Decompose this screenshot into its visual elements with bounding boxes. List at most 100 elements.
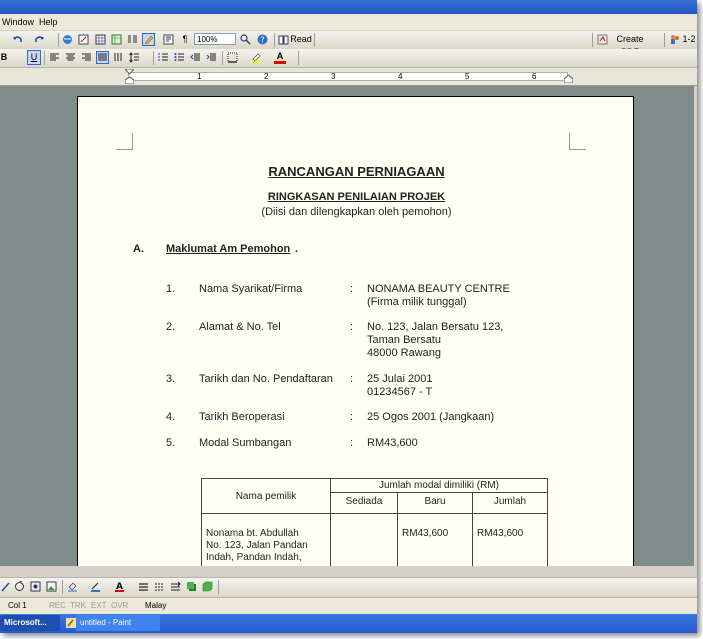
right-indent-marker-icon[interactable] (564, 75, 573, 83)
item-value-line: No. 123, Jalan Bersatu 123, (367, 321, 504, 333)
increase-indent-icon[interactable] (206, 52, 217, 63)
underline-button[interactable]: U (27, 50, 41, 65)
status-language: Malay (145, 601, 167, 610)
font-color-button[interactable]: A (274, 51, 286, 64)
sediada-header-cell: Sediada (330, 492, 398, 514)
item-number: 3. (166, 373, 176, 385)
item-value-line: 25 Julai 2001 (367, 373, 433, 385)
item-number: 1. (166, 283, 176, 295)
numbering-icon[interactable] (158, 52, 169, 63)
border-icon[interactable] (227, 52, 238, 63)
vertical-scrollbar[interactable] (694, 86, 697, 566)
document-title: RANCANGAN PERNIAGAAN (268, 164, 445, 179)
word-window: Window Help ¶ 100% ? Read Create PDF 1-2… (0, 0, 697, 633)
owner-header-cell: Nama pemilik (201, 478, 331, 514)
toolbar-separator (298, 51, 299, 65)
3d-icon[interactable] (202, 581, 213, 592)
insert-excel-icon[interactable] (111, 34, 122, 45)
item-separator: : (350, 321, 354, 333)
undo-icon[interactable] (12, 34, 23, 45)
indent-marker-icon[interactable] (125, 69, 134, 84)
highlight-icon[interactable] (251, 52, 262, 63)
item-value-line: 25 Ogos 2001 (Jangkaan) (367, 411, 495, 423)
research-icon[interactable] (240, 34, 251, 45)
item-separator: : (350, 283, 354, 295)
item-label: Alamat & No. Tel (199, 321, 281, 333)
line-style-icon[interactable] (138, 581, 149, 592)
people-icon[interactable] (669, 34, 680, 45)
status-bar: Col 1 REC TRK EXT OVR Malay (0, 597, 697, 614)
capital-table: Nama pemilik Jumlah modal dimiliki (RM) … (201, 478, 548, 566)
svg-text:?: ? (260, 36, 264, 45)
status-column: Col 1 (8, 601, 27, 610)
diagram-icon[interactable] (30, 581, 41, 592)
decrease-indent-icon[interactable] (190, 52, 201, 63)
document-workspace: RANCANGAN PERNIAGAAN RINGKASAN PENILAIAN… (0, 86, 697, 566)
item-value-line: 48000 Rawang (367, 347, 442, 359)
margin-corner-mark (569, 133, 586, 150)
item-separator: : (350, 437, 354, 449)
section-heading-trailing: . (295, 243, 299, 255)
item-number: 5. (166, 437, 176, 449)
owner-line: No. 123, Jalan Pandan (206, 540, 308, 551)
pdf-icon[interactable] (597, 34, 608, 45)
shadow-icon[interactable] (186, 581, 197, 592)
standard-toolbar: ¶ 100% ? Read Create PDF 1-2 (0, 31, 697, 57)
status-ovr[interactable]: OVR (111, 601, 128, 610)
dash-style-icon[interactable] (154, 581, 165, 592)
menu-window[interactable]: Window (2, 17, 34, 27)
distributed-icon[interactable] (113, 52, 124, 63)
insert-table-icon[interactable] (95, 34, 106, 45)
toolbar-separator (58, 33, 59, 47)
picture-icon[interactable] (46, 581, 57, 592)
ruler-number: 6 (532, 72, 537, 81)
rotate-icon[interactable] (14, 581, 25, 592)
align-left-icon[interactable] (49, 52, 60, 63)
item-value-line: NONAMA BEAUTY CENTRE (367, 283, 510, 295)
baru-cell: RM43,600 (397, 513, 473, 566)
document-note: (Diisi dan dilengkapkan oleh pemohon) (261, 206, 452, 218)
menu-bar: Window Help (0, 14, 697, 30)
drawing-icon[interactable] (142, 33, 155, 46)
toolbar-separator (222, 51, 223, 65)
fill-color-icon[interactable] (67, 581, 78, 592)
status-rec[interactable]: REC (49, 601, 66, 610)
status-ext[interactable]: EXT (91, 601, 107, 610)
columns-icon[interactable] (127, 34, 138, 45)
redo-icon[interactable] (34, 34, 45, 45)
taskbar-item-paint[interactable]: untitled - Paint (76, 615, 160, 631)
item-label: Modal Sumbangan (199, 437, 292, 449)
document-page[interactable]: RANCANGAN PERNIAGAAN RINGKASAN PENILAIAN… (77, 96, 634, 566)
line-spacing-icon[interactable] (129, 52, 140, 63)
drawing-font-color-icon[interactable]: A (114, 581, 125, 592)
show-hide-paragraph-button[interactable]: ¶ (180, 33, 190, 46)
hyperlink-icon[interactable] (62, 34, 73, 45)
toolbar-separator (44, 51, 45, 65)
help-icon[interactable]: ? (257, 34, 268, 45)
justify-icon[interactable] (96, 51, 109, 64)
align-center-icon[interactable] (65, 52, 76, 63)
taskbar-item-word[interactable]: Microsoft... (0, 615, 60, 631)
toolbar-separator (274, 33, 275, 47)
read-icon[interactable] (278, 34, 289, 45)
owner-line: Nonama bt. Abdullah (206, 528, 299, 539)
line-color-icon[interactable] (90, 581, 101, 592)
arrow-style-icon[interactable] (170, 581, 181, 592)
zoom-select[interactable]: 100% (194, 33, 236, 45)
tables-borders-icon[interactable] (78, 34, 89, 45)
menu-help[interactable]: Help (39, 17, 58, 27)
arrow-icon[interactable] (0, 581, 11, 592)
horizontal-ruler[interactable]: 1 2 3 4 5 6 (0, 68, 697, 86)
toolbar-separator (664, 33, 665, 47)
ruler-number: 2 (264, 72, 269, 81)
section-letter: A. (133, 243, 144, 255)
status-trk[interactable]: TRK (70, 601, 86, 610)
document-map-icon[interactable] (163, 34, 174, 45)
create-pdf-button[interactable]: Create PDF (609, 33, 651, 57)
bold-button[interactable]: B (0, 51, 8, 64)
align-right-icon[interactable] (81, 52, 92, 63)
jumlah-header-cell: Jumlah (472, 492, 548, 514)
item-value-line: (Firma milik tunggal) (367, 296, 467, 308)
bullets-icon[interactable] (174, 52, 185, 63)
read-button[interactable]: Read (290, 33, 312, 46)
